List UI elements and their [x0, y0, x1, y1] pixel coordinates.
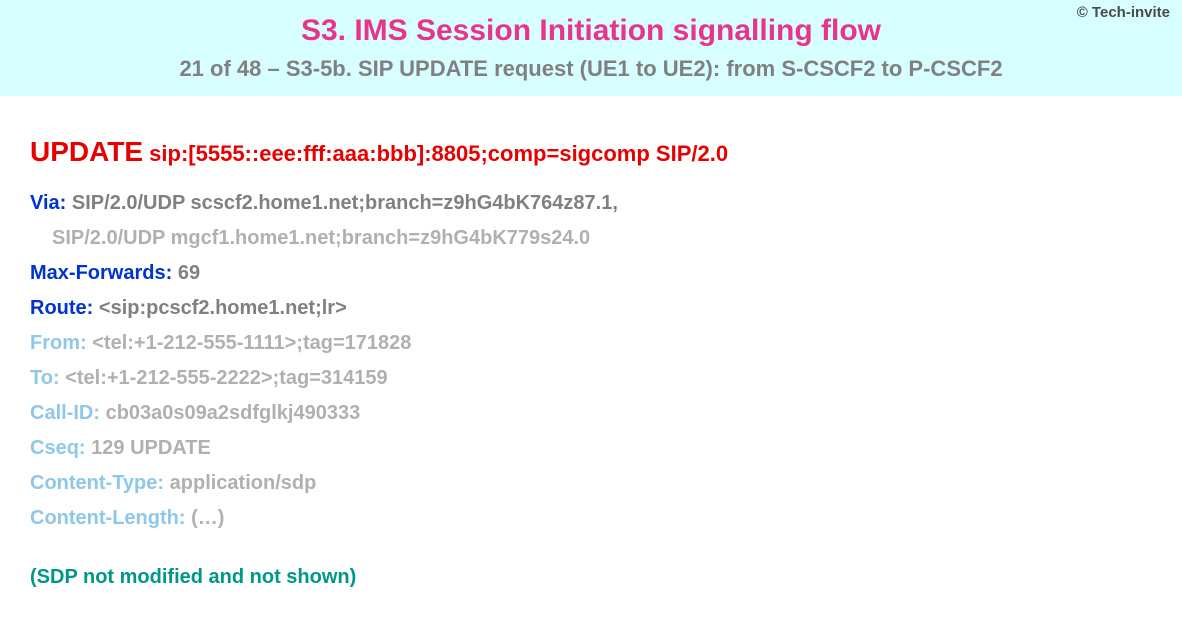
header-value: <tel:+1-212-555-2222>;tag=314159: [65, 367, 387, 389]
header-value: SIP/2.0/UDP scscf2.home1.net;branch=z9hG…: [72, 192, 618, 214]
header-call-id: Call-ID: cb03a0s09a2sdfglkj490333: [30, 396, 1152, 431]
header-from: From: <tel:+1-212-555-1111>;tag=171828: [30, 326, 1152, 361]
sip-message-body: UPDATE sip:[5555::eee:fff:aaa:bbb]:8805;…: [0, 96, 1182, 609]
header-to: To: <tel:+1-212-555-2222>;tag=314159: [30, 361, 1152, 396]
header-value: 129 UPDATE: [91, 437, 211, 459]
header-label: Content-Length: [30, 507, 179, 529]
sip-request-uri: sip:[5555::eee:fff:aaa:bbb]:8805;comp=si…: [149, 141, 728, 166]
header-via: Via: SIP/2.0/UDP scscf2.home1.net;branch…: [30, 186, 1152, 221]
header-label: Call-ID: [30, 402, 93, 424]
sip-method: UPDATE: [30, 136, 143, 167]
header-content-type: Content-Type: application/sdp: [30, 466, 1152, 501]
header-label: To: [30, 367, 53, 389]
header-value: cb03a0s09a2sdfglkj490333: [106, 402, 361, 424]
sip-request-line: UPDATE sip:[5555::eee:fff:aaa:bbb]:8805;…: [30, 136, 1152, 168]
header-value: <tel:+1-212-555-1111>;tag=171828: [92, 332, 411, 354]
page-subtitle: 21 of 48 – S3-5b. SIP UPDATE request (UE…: [20, 56, 1162, 82]
header-label: Cseq: [30, 437, 79, 459]
header-label: Content-Type: [30, 472, 157, 494]
page-title: S3. IMS Session Initiation signalling fl…: [20, 14, 1162, 48]
header-cseq: Cseq: 129 UPDATE: [30, 431, 1152, 466]
header-content-length: Content-Length: (…): [30, 501, 1152, 536]
header-value: <sip:pcscf2.home1.net;lr>: [99, 297, 347, 319]
header-label: Max-Forwards: [30, 262, 166, 284]
header-value: (…): [191, 507, 224, 529]
header-route: Route: <sip:pcscf2.home1.net;lr>: [30, 291, 1152, 326]
header-value: application/sdp: [170, 472, 317, 494]
sdp-note: (SDP not modified and not shown): [30, 566, 1152, 589]
header-label: From: [30, 332, 80, 354]
copyright-notice: © Tech-invite: [1077, 4, 1170, 21]
header-banner: © Tech-invite S3. IMS Session Initiation…: [0, 0, 1182, 96]
header-label: Via: [30, 192, 60, 214]
header-via-continuation: SIP/2.0/UDP mgcf1.home1.net;branch=z9hG4…: [30, 221, 1152, 256]
header-value-cont: SIP/2.0/UDP mgcf1.home1.net;branch=z9hG4…: [52, 221, 590, 256]
header-value: 69: [178, 262, 200, 284]
header-max-forwards: Max-Forwards: 69: [30, 256, 1152, 291]
header-label: Route: [30, 297, 87, 319]
